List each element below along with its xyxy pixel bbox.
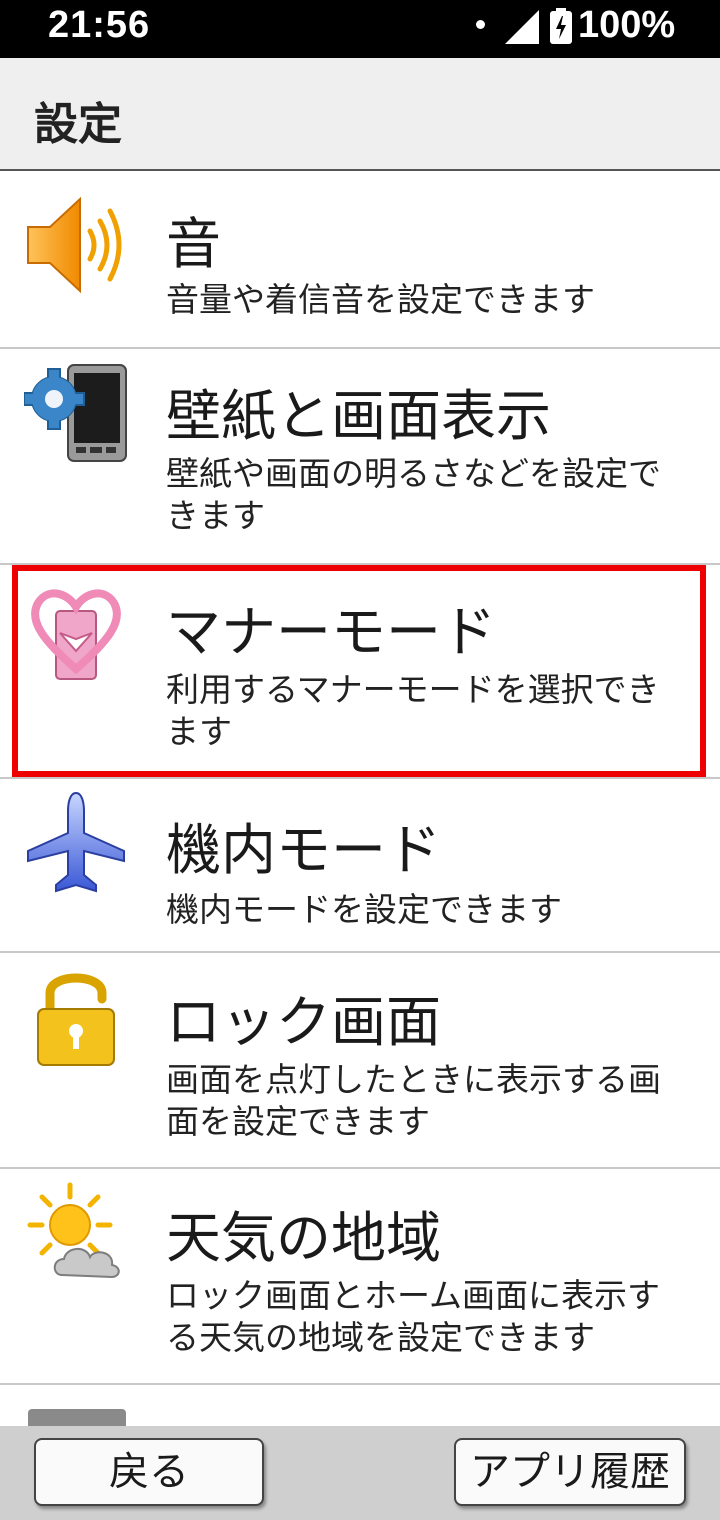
settings-item-title: 音 [166,212,222,276]
settings-item-description: 機内モードを設定できます [166,890,562,929]
settings-item-weather-region[interactable]: 天気の地域 ロック画面とホーム画面に表示する天気の地域を設定できます [0,1169,720,1385]
page-title: 設定 [34,99,122,150]
settings-item-description: 壁紙や画面の明るさなどを設定できます [166,454,661,535]
manner-mode-icon [31,589,121,680]
settings-item-partial[interactable] [0,1385,720,1426]
app-header: 設定 [0,58,720,171]
settings-item-title: ロック画面 [166,990,442,1054]
battery-percent: 100% [578,4,676,46]
settings-item-title: 機内モード [166,818,442,882]
settings-item-wallpaper-display[interactable]: 壁紙と画面表示 壁紙や画面の明るさなどを設定できます [0,349,720,565]
wallpaper-display-icon [24,364,127,462]
settings-item-title: 壁紙と画面表示 [166,384,552,448]
settings-item-airplane-mode[interactable]: 機内モード 機内モードを設定できます [0,779,720,953]
status-bar: 21:56 100% [0,0,720,58]
lock-icon [37,973,115,1066]
settings-item-manner-mode[interactable]: マナーモード 利用するマナーモードを選択できます [0,565,720,779]
settings-item-title: マナーモード [166,600,497,664]
settings-item-description: 音量や着信音を設定できます [166,280,595,319]
settings-item-description: 利用するマナーモードを選択できます [166,670,660,751]
weather-icon [27,1182,120,1279]
settings-item-description: ロック画面とホーム画面に表示する天気の地域を設定できます [166,1276,661,1357]
status-time: 21:56 [48,4,151,46]
battery-charging-icon [550,8,572,44]
back-button[interactable]: 戻る [34,1438,264,1506]
speaker-icon [27,196,122,294]
partial-item-icon [28,1409,126,1426]
signal-icon [505,10,539,44]
settings-item-description: 画面を点灯したときに表示する画面を設定できます [166,1060,661,1141]
notification-dot-icon [476,20,485,29]
settings-list: 音 音量や着信音を設定できます 壁紙と画面表示 壁紙や画面の明るさなどを設定でき… [0,171,720,1426]
airplane-icon [27,791,125,893]
settings-item-title: 天気の地域 [166,1206,442,1270]
app-history-button[interactable]: アプリ履歴 [454,1438,686,1506]
settings-item-lock-screen[interactable]: ロック画面 画面を点灯したときに表示する画面を設定できます [0,953,720,1169]
bottom-bar: 戻る アプリ履歴 [0,1426,720,1520]
settings-item-sound[interactable]: 音 音量や着信音を設定できます [0,171,720,349]
